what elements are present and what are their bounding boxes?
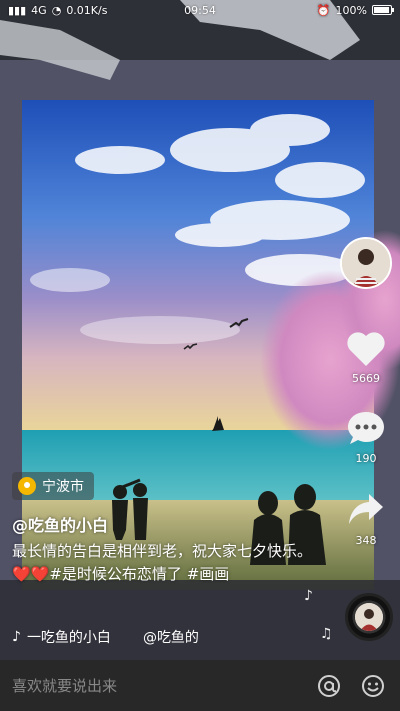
- battery-icon: [372, 5, 394, 15]
- mention-button[interactable]: [314, 671, 344, 701]
- music-cover-icon: [355, 603, 383, 631]
- battery-percent: 100%: [335, 3, 367, 17]
- like-button[interactable]: 5669: [340, 328, 392, 385]
- share-button[interactable]: 348: [340, 490, 392, 547]
- comment-count: 190: [355, 452, 377, 465]
- comment-button[interactable]: 190: [340, 408, 392, 465]
- author-avatar[interactable]: [340, 237, 392, 289]
- location-pin-icon: [18, 477, 36, 495]
- comment-input[interactable]: 喜欢就要说出来: [12, 675, 300, 696]
- music-mention: @吃鱼的: [142, 630, 199, 646]
- network-speed: 0.01K/s: [66, 3, 108, 17]
- signal-icon: ▮▮▮: [8, 3, 27, 17]
- music-note-icon: ♫: [320, 626, 333, 642]
- emoji-button[interactable]: [358, 671, 388, 701]
- heart-icon: [347, 332, 385, 366]
- music-title: 一吃鱼的小白: [26, 630, 111, 646]
- video-caption: 最长情的告白是相伴到老，祝大家七夕快乐。❤️❤️#是时候公布恋情了 #画画: [12, 542, 313, 583]
- location-tag[interactable]: 宁波市: [12, 472, 94, 500]
- comment-icon: [348, 412, 384, 444]
- share-icon: [349, 494, 383, 524]
- status-bar: ▮▮▮ 4G ◔ 0.01K/s 09:54 ⏰ 100%: [0, 0, 400, 20]
- emoji-icon: [362, 674, 384, 697]
- alarm-icon: ⏰: [316, 3, 331, 17]
- network-type: 4G: [31, 3, 47, 17]
- at-icon: [318, 674, 340, 697]
- comment-bar: 喜欢就要说出来: [0, 660, 400, 711]
- like-count: 5669: [352, 372, 380, 385]
- music-disc[interactable]: [345, 593, 393, 641]
- status-time: 09:54: [184, 3, 216, 17]
- tiktok-logo-icon: ♪: [12, 629, 21, 645]
- music-note-icon: ♪: [304, 588, 313, 604]
- music-info[interactable]: ♪ 一吃鱼的小白 @吃鱼的: [12, 626, 322, 648]
- avatar-image: [342, 239, 390, 287]
- author-name[interactable]: @吃鱼的小白: [12, 512, 108, 536]
- location-name: 宁波市: [42, 479, 84, 495]
- wifi-icon: ◔: [51, 3, 62, 17]
- share-count: 348: [355, 534, 377, 547]
